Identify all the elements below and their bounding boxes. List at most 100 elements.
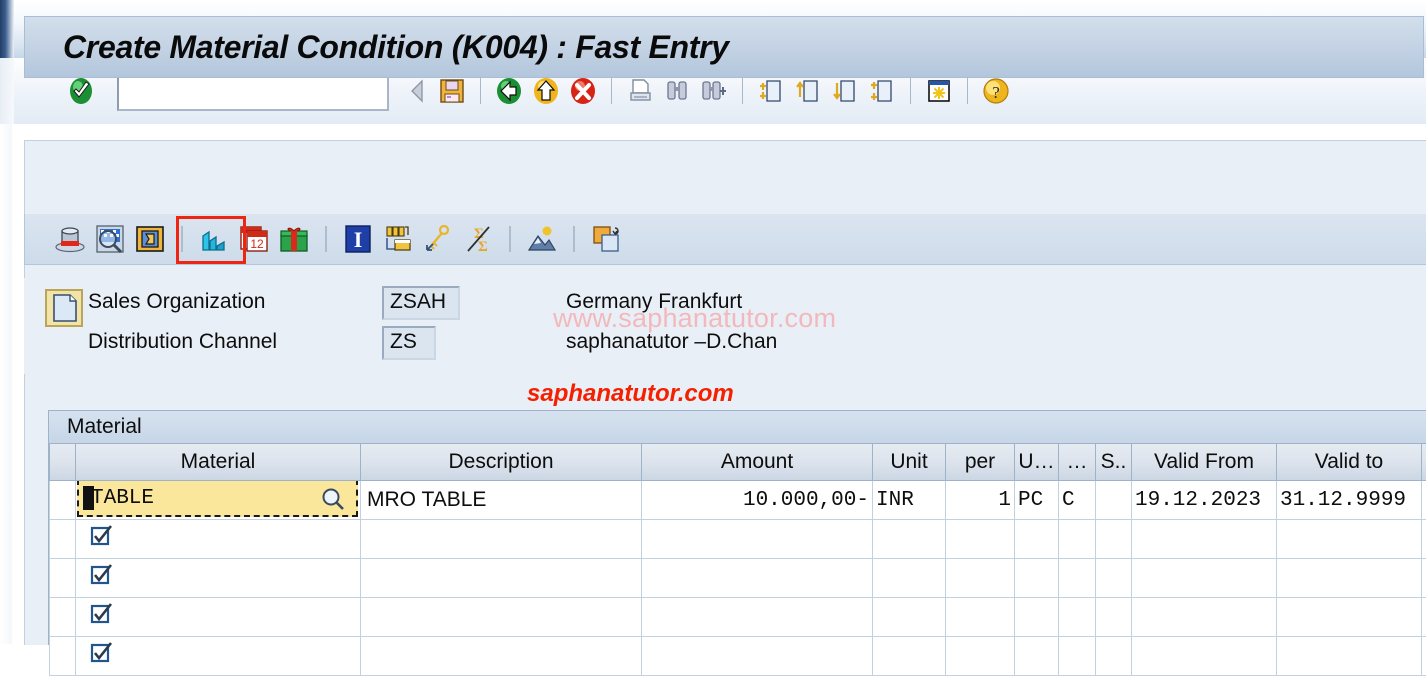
cell-amount[interactable] xyxy=(642,598,873,637)
cell-extra2[interactable] xyxy=(1422,637,1426,676)
enter-check-icon[interactable] xyxy=(66,76,96,106)
table-row[interactable] xyxy=(50,637,1426,676)
cell-valid-from[interactable] xyxy=(1132,598,1277,637)
cell-valid-to[interactable]: 31.12.9999 xyxy=(1277,481,1422,520)
row-selector[interactable] xyxy=(50,637,76,676)
exit-yellow-icon[interactable] xyxy=(531,76,561,106)
cell-description[interactable] xyxy=(361,598,642,637)
display-magnifier-icon[interactable] xyxy=(93,222,127,256)
key-combination-icon[interactable] xyxy=(421,222,455,256)
cell-per[interactable] xyxy=(946,559,1015,598)
cell-amount[interactable] xyxy=(642,559,873,598)
column-header-extra1[interactable]: … xyxy=(1059,444,1096,481)
cell-material[interactable] xyxy=(76,559,361,598)
cell-uom[interactable] xyxy=(1015,559,1059,598)
cell-valid-to[interactable] xyxy=(1277,637,1422,676)
table-row[interactable] xyxy=(50,598,1426,637)
print-icon[interactable] xyxy=(625,76,655,106)
column-header-uom[interactable]: U… xyxy=(1015,444,1059,481)
cell-extra2[interactable] xyxy=(1422,520,1426,559)
cell-uom[interactable] xyxy=(1015,637,1059,676)
table-row[interactable]: TABLE MRO TABLE 10.000,00- INR 1 PC xyxy=(50,481,1426,520)
cell-valid-to[interactable] xyxy=(1277,520,1422,559)
cell-valid-from[interactable] xyxy=(1132,637,1277,676)
cell-s[interactable] xyxy=(1096,520,1132,559)
search-f4-icon[interactable] xyxy=(320,486,346,518)
column-header-valid-from[interactable]: Valid From xyxy=(1132,444,1277,481)
free-goods-icon[interactable] xyxy=(277,222,311,256)
find-icon[interactable] xyxy=(662,76,692,106)
cell-material[interactable] xyxy=(76,598,361,637)
cell-unit[interactable] xyxy=(873,559,946,598)
cell-per[interactable] xyxy=(946,520,1015,559)
cell-extra1[interactable] xyxy=(1059,598,1096,637)
checked-box-icon[interactable] xyxy=(89,530,113,553)
cell-extra1[interactable] xyxy=(1059,637,1096,676)
copy-rules-icon[interactable] xyxy=(589,222,623,256)
cell-unit[interactable] xyxy=(873,520,946,559)
scales-icon[interactable] xyxy=(197,222,231,256)
find-next-icon[interactable] xyxy=(699,76,729,106)
cell-extra2[interactable] xyxy=(1422,559,1426,598)
cell-extra1[interactable] xyxy=(1059,559,1096,598)
cell-valid-from[interactable]: 19.12.2023 xyxy=(1132,481,1277,520)
column-header-amount[interactable]: Amount xyxy=(642,444,873,481)
cell-uom[interactable] xyxy=(1015,520,1059,559)
cell-material[interactable] xyxy=(76,637,361,676)
column-header-extra2[interactable]: … xyxy=(1422,444,1426,481)
validity-periods-icon[interactable]: 12 xyxy=(237,222,271,256)
customize-layout-icon[interactable] xyxy=(924,76,954,106)
row-selector[interactable] xyxy=(50,481,76,520)
row-selector[interactable] xyxy=(50,520,76,559)
cell-s[interactable] xyxy=(1096,559,1132,598)
cancel-red-icon[interactable] xyxy=(568,76,598,106)
cell-description[interactable]: MRO TABLE xyxy=(361,481,642,520)
cell-amount[interactable]: 10.000,00- xyxy=(642,481,873,520)
previous-page-icon[interactable] xyxy=(793,76,823,106)
checked-box-icon[interactable] xyxy=(89,608,113,631)
sales-organization-field[interactable]: ZSAH xyxy=(382,286,460,320)
cell-valid-from[interactable] xyxy=(1132,559,1277,598)
column-header-s[interactable]: S.. xyxy=(1096,444,1132,481)
back-arrow-icon[interactable] xyxy=(406,76,430,106)
cell-material[interactable]: TABLE xyxy=(76,481,361,520)
checked-box-icon[interactable] xyxy=(89,647,113,670)
cell-uom[interactable] xyxy=(1015,598,1059,637)
cell-material[interactable] xyxy=(76,520,361,559)
cell-amount[interactable] xyxy=(642,520,873,559)
cell-unit[interactable] xyxy=(873,637,946,676)
cell-s[interactable] xyxy=(1096,598,1132,637)
table-row[interactable] xyxy=(50,520,1426,559)
next-page-icon[interactable] xyxy=(830,76,860,106)
column-header-material[interactable]: Material xyxy=(76,444,361,481)
cell-per[interactable] xyxy=(946,637,1015,676)
condition-record-icon[interactable] xyxy=(381,222,415,256)
last-page-icon[interactable] xyxy=(867,76,897,106)
graphic-icon[interactable] xyxy=(525,222,559,256)
back-green-icon[interactable] xyxy=(494,76,524,106)
row-selector[interactable] xyxy=(50,598,76,637)
cell-uom[interactable]: PC xyxy=(1015,481,1059,520)
save-icon[interactable] xyxy=(437,76,467,106)
column-header-valid-to[interactable]: Valid to xyxy=(1277,444,1422,481)
column-header-per[interactable]: per xyxy=(946,444,1015,481)
first-page-icon[interactable] xyxy=(756,76,786,106)
cell-extra1[interactable]: C xyxy=(1059,481,1096,520)
cell-valid-from[interactable] xyxy=(1132,520,1277,559)
cell-description[interactable] xyxy=(361,520,642,559)
cell-extra2[interactable] xyxy=(1422,598,1426,637)
key-info-icon[interactable] xyxy=(133,222,167,256)
column-header-description[interactable]: Description xyxy=(361,444,642,481)
cell-per[interactable] xyxy=(946,598,1015,637)
cell-per[interactable]: 1 xyxy=(946,481,1015,520)
column-header-unit[interactable]: Unit xyxy=(873,444,946,481)
help-icon[interactable]: ? xyxy=(981,76,1011,106)
cell-s[interactable] xyxy=(1096,481,1132,520)
cell-description[interactable] xyxy=(361,559,642,598)
row-selector-header[interactable] xyxy=(50,444,76,481)
cell-extra2[interactable] xyxy=(1422,481,1426,520)
row-selector[interactable] xyxy=(50,559,76,598)
totals-icon[interactable]: Σ Σ xyxy=(461,222,495,256)
material-input-focused[interactable]: TABLE xyxy=(77,481,358,518)
cell-valid-to[interactable] xyxy=(1277,559,1422,598)
